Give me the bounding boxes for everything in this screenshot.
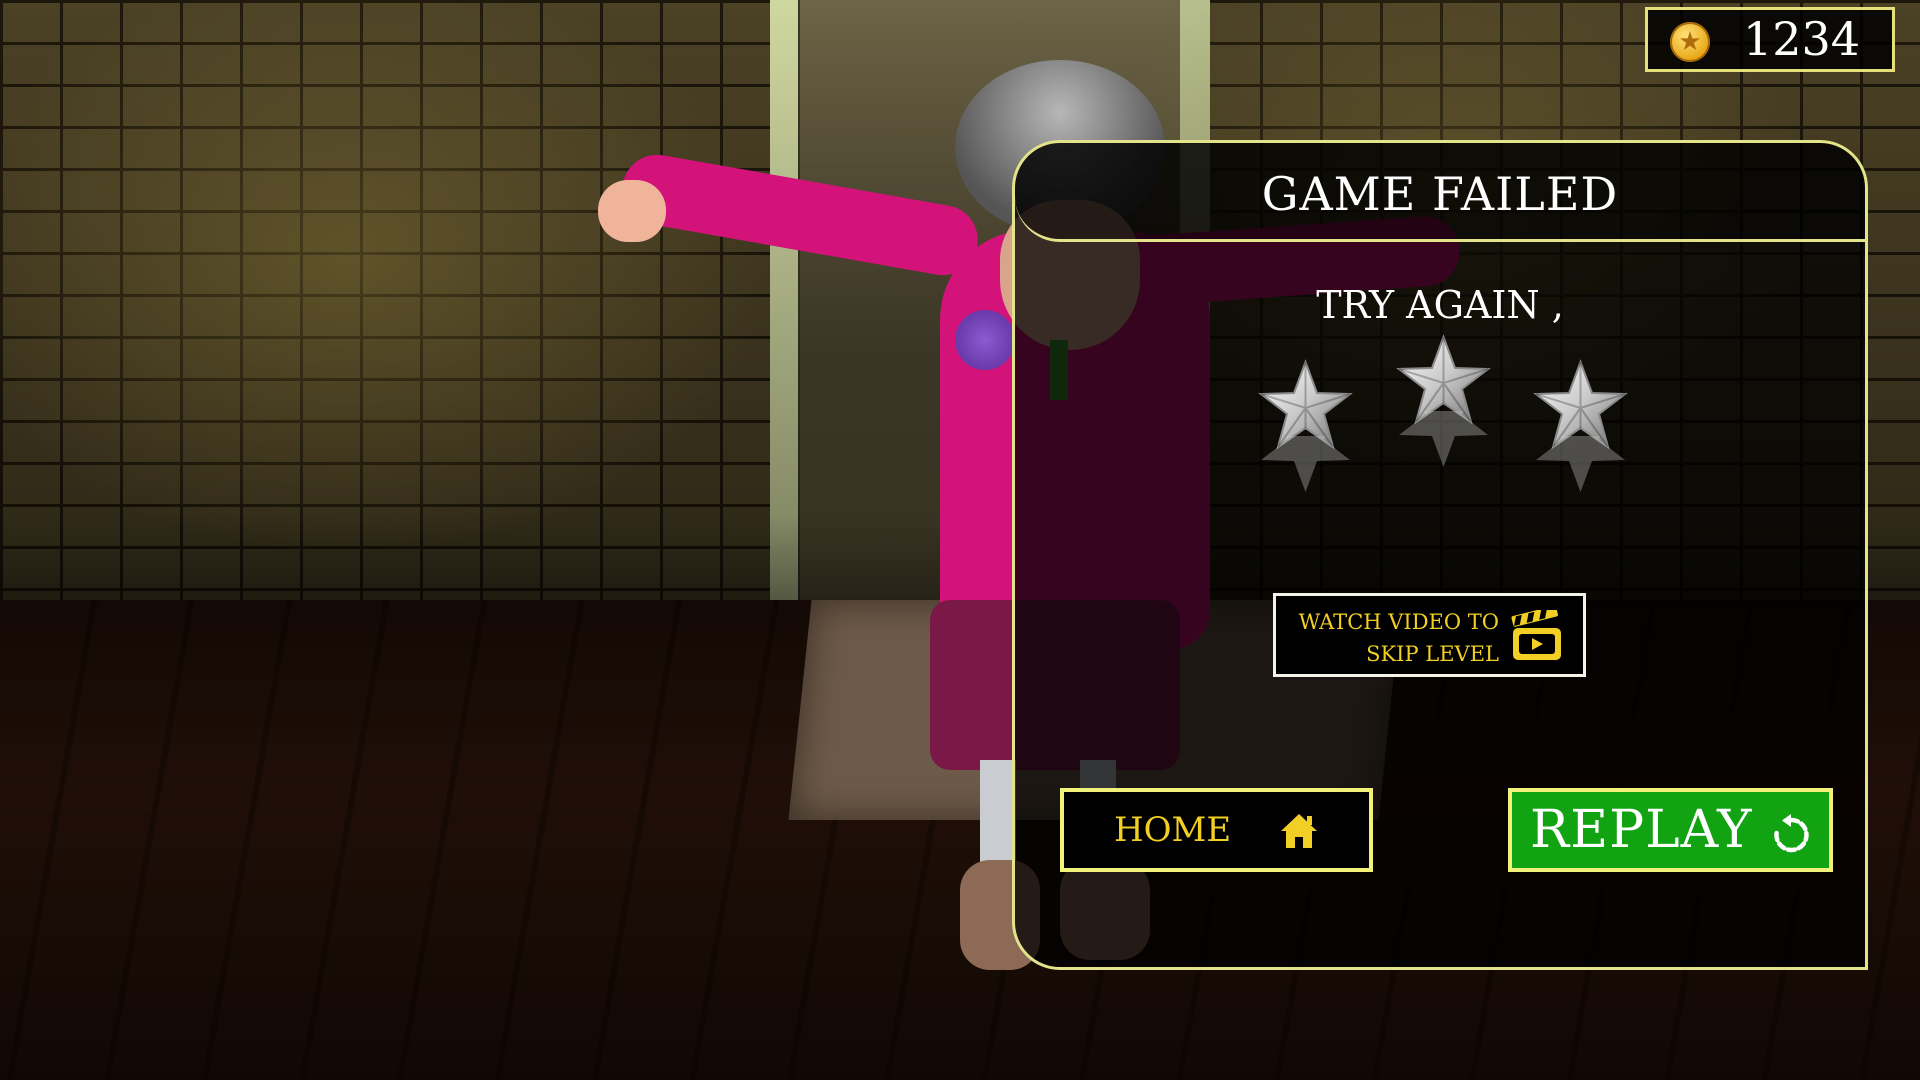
character-left-fist xyxy=(598,180,666,242)
rating-star-reflection-3 xyxy=(1533,436,1628,496)
rating-star-reflection-1 xyxy=(1258,436,1353,496)
watch-video-label: WATCH VIDEO TO SKIP LEVEL xyxy=(1284,606,1499,670)
watch-video-line2: SKIP LEVEL xyxy=(1366,642,1499,666)
home-button[interactable]: HOME xyxy=(1060,788,1373,872)
coin-count: 1234 xyxy=(1743,12,1861,66)
coin-counter: ★ 1234 xyxy=(1645,7,1895,72)
replay-button[interactable]: REPLAY xyxy=(1508,788,1833,872)
rating-star-reflection-2 xyxy=(1396,411,1491,471)
character-brooch xyxy=(955,310,1015,370)
home-icon xyxy=(1281,814,1317,848)
clapperboard-icon xyxy=(1511,610,1561,660)
replay-button-label: REPLAY xyxy=(1530,800,1753,860)
replay-icon xyxy=(1774,814,1809,853)
dialog-header: GAME FAILED xyxy=(1015,143,1865,242)
dialog-subtitle: TRY AGAIN , xyxy=(1316,283,1564,327)
game-failed-dialog: GAME FAILED TRY AGAIN , WATCH VIDEO TO S… xyxy=(1012,140,1868,970)
home-button-label: HOME xyxy=(1114,810,1232,850)
watch-video-line1: WATCH VIDEO TO xyxy=(1298,610,1499,634)
gold-star-coin-icon: ★ xyxy=(1670,22,1710,62)
watch-video-skip-button[interactable]: WATCH VIDEO TO SKIP LEVEL xyxy=(1273,593,1586,677)
dialog-title: GAME FAILED xyxy=(1261,167,1619,221)
